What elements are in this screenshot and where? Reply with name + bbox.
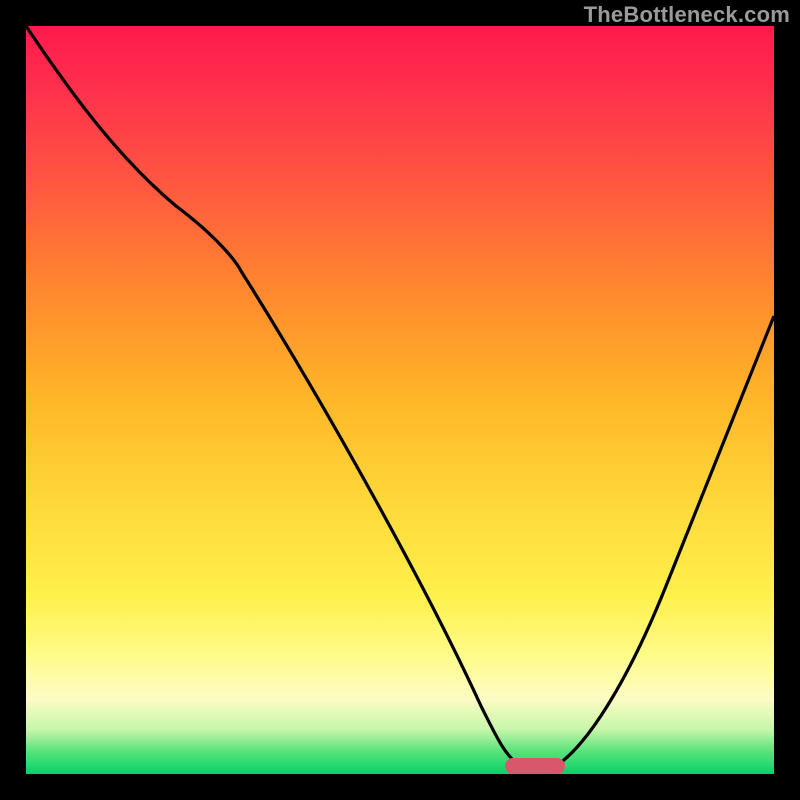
chart-frame: TheBottleneck.com: [0, 0, 800, 800]
optimum-marker: [505, 758, 565, 774]
watermark-text: TheBottleneck.com: [584, 2, 790, 28]
bottleneck-curve: [26, 26, 774, 766]
curve-layer: [26, 26, 774, 774]
plot-area: [26, 26, 774, 774]
